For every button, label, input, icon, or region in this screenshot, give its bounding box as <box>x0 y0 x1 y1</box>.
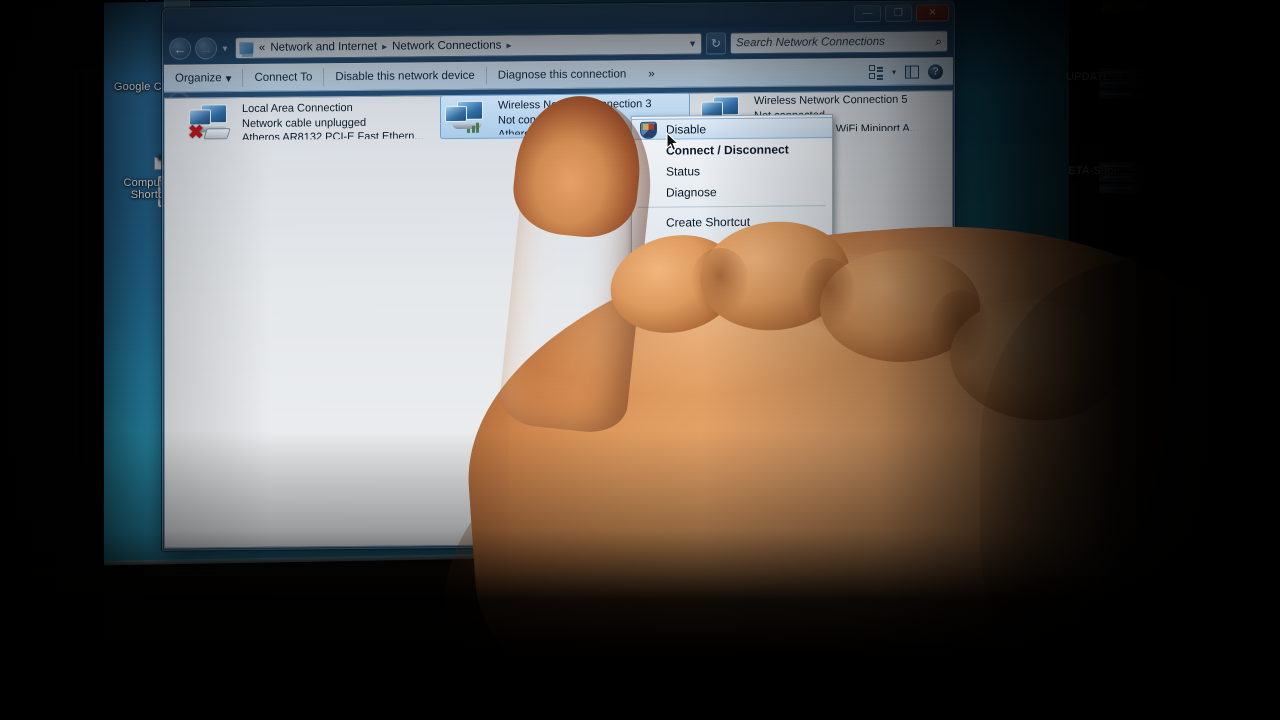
network-adapter-unplugged-icon: ✖ <box>188 102 235 144</box>
network-breadcrumb-icon <box>238 41 254 55</box>
address-dropdown-icon[interactable]: ▼ <box>688 39 697 49</box>
search-icon: ⌕ <box>935 33 942 48</box>
screenshot-root: Recycle Bin Google Chrome Computer - Sho… <box>0 0 1280 720</box>
breadcrumb-prefix: « <box>258 41 266 54</box>
hand-shadow-right <box>980 260 1280 720</box>
forward-arrow-icon[interactable]: → <box>195 37 217 60</box>
maximize-button[interactable]: ❐ <box>885 4 912 22</box>
breadcrumb-network-connections[interactable]: Network Connections <box>392 40 501 53</box>
breadcrumb-separator[interactable]: ▸ <box>506 40 511 51</box>
desktop-icon-recycle-bin[interactable]: Recycle Bin <box>112 0 200 24</box>
connection-name: Local Area Connection <box>242 101 353 116</box>
connection-item-local-area[interactable]: ✖ Local Area Connection Network cable un… <box>185 97 433 144</box>
window-controls: — ❐ ✕ <box>854 4 949 23</box>
knuckle-valley <box>930 290 990 370</box>
breadcrumb-separator[interactable]: ▸ <box>382 41 387 52</box>
search-placeholder: Search Network Connections <box>736 35 885 50</box>
minimize-button[interactable]: — <box>854 4 881 23</box>
refresh-icon[interactable]: ↻ <box>706 32 726 55</box>
mouse-pointer-icon <box>666 132 680 152</box>
address-bar[interactable]: « Network and Internet ▸ Network Connect… <box>234 32 702 60</box>
breadcrumb-network-and-internet[interactable]: Network and Internet <box>270 41 377 54</box>
back-arrow-icon[interactable]: ← <box>169 37 191 60</box>
knuckle-valley <box>800 258 856 332</box>
connection-device: Atheros AR8132 PCI-E Fast Ethern... <box>242 130 424 141</box>
organize-label: Organize <box>175 72 222 85</box>
connection-status: Network cable unplugged <box>242 116 367 130</box>
search-input[interactable]: Search Network Connections ⌕ <box>730 30 948 55</box>
connect-to-button[interactable]: Connect To <box>243 64 323 91</box>
close-button[interactable]: ✕ <box>916 4 949 22</box>
desktop-icon-label: Recycle Bin <box>112 0 200 1</box>
knuckle-valley <box>690 248 750 318</box>
chevron-down-icon[interactable]: ▼ <box>221 44 229 53</box>
organize-button[interactable]: Organize ▾ <box>164 65 242 92</box>
chevron-down-icon: ▾ <box>225 73 232 86</box>
connection-text: Local Area Connection Network cable unpl… <box>242 100 424 140</box>
address-spacer <box>516 44 683 46</box>
